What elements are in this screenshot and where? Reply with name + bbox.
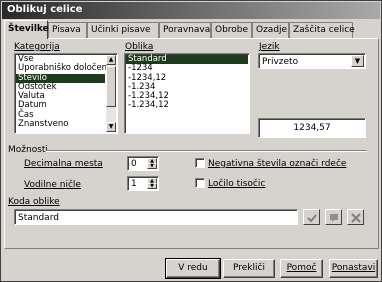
language-select[interactable]: Privzeto ▼ xyxy=(258,53,366,69)
decimal-spin-buttons: ▲ ▼ xyxy=(147,158,157,169)
chevron-down-icon[interactable]: ▼ xyxy=(351,55,364,67)
tab-alignment[interactable]: Poravnava xyxy=(159,22,211,38)
window-title: Oblikuj celice xyxy=(7,4,83,15)
help-button[interactable]: Pomoč xyxy=(280,259,323,278)
reset-button[interactable]: Ponastavi xyxy=(329,259,378,278)
negative-red-label[interactable]: Negativna števila označi rdeče xyxy=(208,159,346,169)
format-list[interactable]: Standard -1234 -1234,12 -1.234 -1.234,12… xyxy=(124,53,250,134)
scroll-up-icon[interactable]: ▲ xyxy=(106,55,116,65)
format-code-input[interactable]: Standard xyxy=(14,209,298,225)
decimal-places-value: 0 xyxy=(131,159,137,169)
help-button-label: Pomoč xyxy=(286,263,317,273)
leading-zeros-label: Vodilne ničle xyxy=(24,180,81,190)
ok-button[interactable]: V redu xyxy=(165,258,221,279)
language-label: Jezik xyxy=(259,42,280,52)
reset-button-label: Ponastavi xyxy=(331,263,376,273)
spin-down-icon[interactable]: ▼ xyxy=(147,183,157,189)
delete-button[interactable] xyxy=(347,209,364,225)
tab-alignment-label: Poravnava xyxy=(163,25,211,35)
tab-cell-protection[interactable]: Zaščita celice xyxy=(289,22,355,38)
options-separator xyxy=(46,150,367,152)
delete-icon xyxy=(351,213,361,223)
title-bar[interactable]: Oblikuj celice xyxy=(2,2,380,19)
format-code-value: Standard xyxy=(18,213,59,223)
language-value: Privzeto xyxy=(262,57,299,67)
decimal-places-label: Decimalna mesta xyxy=(24,159,103,169)
preview-value: 1234,57 xyxy=(293,123,331,133)
preview-field: 1234,57 xyxy=(258,118,366,138)
ok-button-label: V redu xyxy=(178,263,208,273)
tab-cell-protection-label: Zaščita celice xyxy=(293,25,355,35)
tab-font[interactable]: Pisava xyxy=(48,22,87,38)
check-icon xyxy=(307,214,317,223)
decimal-places-spinner[interactable]: 0 ▲ ▼ xyxy=(127,156,159,171)
thousands-separator-label[interactable]: Ločilo tisočic xyxy=(208,179,265,189)
comment-button[interactable] xyxy=(325,209,342,225)
category-items: Vse Uporabniško določeno Število Odstote… xyxy=(16,54,112,129)
negative-red-checkbox[interactable] xyxy=(195,158,205,168)
scroll-down-icon[interactable]: ▼ xyxy=(106,122,116,132)
options-section-label: Možnosti xyxy=(8,145,48,155)
tab-borders[interactable]: Obrobe xyxy=(211,22,252,38)
format-cells-dialog: Oblikuj celice Številke Pisava Učinki pi… xyxy=(0,0,382,282)
thousands-separator-checkbox[interactable] xyxy=(195,178,205,188)
tab-font-effects[interactable]: Učinki pisave xyxy=(87,22,159,38)
tab-numbers[interactable]: Številke xyxy=(4,20,49,39)
spin-down-icon[interactable]: ▼ xyxy=(147,163,157,169)
format-items: Standard -1234 -1234,12 -1.234 -1.234,12… xyxy=(126,54,248,111)
category-label: Kategorija xyxy=(14,42,60,52)
tab-numbers-label: Številke xyxy=(8,24,49,34)
leading-zeros-spin-buttons: ▲ ▼ xyxy=(147,178,157,189)
scroll-thumb[interactable] xyxy=(106,66,116,107)
category-item-scientific[interactable]: Znanstveno xyxy=(16,119,105,129)
format-label: Oblika xyxy=(125,42,154,52)
category-scrollbar[interactable]: ▲ ▼ xyxy=(106,55,116,132)
tab-font-effects-label: Učinki pisave xyxy=(91,25,151,35)
leading-zeros-value: 1 xyxy=(131,179,137,189)
tab-background-label: Ozadje xyxy=(256,25,288,35)
cancel-button[interactable]: Prekliči xyxy=(223,259,275,278)
tab-font-label: Pisava xyxy=(52,25,81,35)
leading-zeros-spinner[interactable]: 1 ▲ ▼ xyxy=(127,176,159,191)
cancel-button-label: Prekliči xyxy=(233,263,265,273)
tab-borders-label: Obrobe xyxy=(215,25,249,35)
format-item[interactable]: -1.234,12 xyxy=(126,101,248,111)
tab-background[interactable]: Ozadje xyxy=(252,22,289,38)
category-list[interactable]: Vse Uporabniško določeno Število Odstote… xyxy=(14,53,118,134)
check-button[interactable] xyxy=(303,209,320,225)
format-code-label: Koda oblike xyxy=(8,197,60,207)
comment-icon xyxy=(330,214,338,222)
